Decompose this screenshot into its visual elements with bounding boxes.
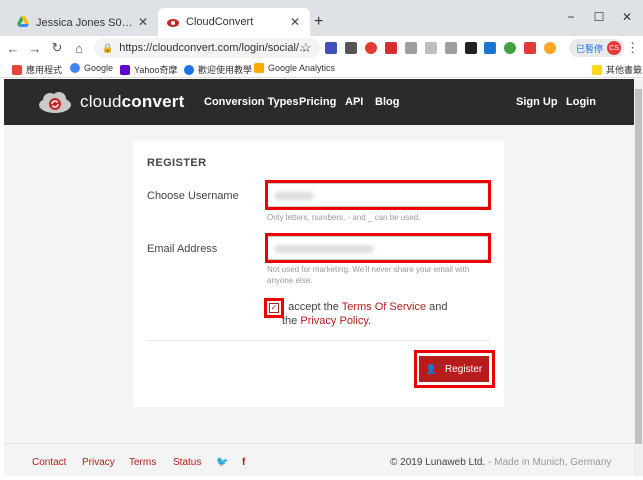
extension-icon[interactable]: [465, 42, 477, 54]
home-icon[interactable]: ⌂: [70, 41, 88, 56]
folder-icon: [592, 64, 602, 75]
google-icon: [70, 63, 80, 73]
new-tab-button[interactable]: +: [314, 14, 323, 30]
extension-icon[interactable]: [524, 42, 536, 54]
forward-arrow-icon[interactable]: →: [26, 41, 44, 56]
extension-icon[interactable]: [345, 42, 357, 54]
profile-button[interactable]: 已暫停 CS: [569, 39, 625, 57]
lock-icon: 🔒: [102, 42, 114, 53]
form-title: REGISTER: [147, 157, 207, 169]
bookmark-label: Google: [84, 63, 114, 73]
tab-cloudconvert[interactable]: CloudConvert ✕: [158, 8, 310, 36]
bookmark-star-icon[interactable]: ☆: [300, 40, 312, 56]
terms-of-service-link[interactable]: Terms Of Service: [342, 301, 426, 313]
address-bar[interactable]: 🔒 https://cloudconvert.com/login/social/…: [94, 38, 320, 58]
twitter-icon[interactable]: 🐦: [216, 457, 228, 468]
extension-icon[interactable]: [405, 42, 417, 54]
tab-google-drive[interactable]: Jessica Jones S02 - Google 雲端 ✕: [8, 8, 158, 36]
avatar: CS: [607, 41, 622, 55]
checkbox-highlight: [264, 298, 284, 318]
site-navbar: cloudconvert Conversion Types Pricing AP…: [4, 79, 634, 125]
nav-sign-up[interactable]: Sign Up: [516, 96, 558, 108]
extension-translate-icon[interactable]: [325, 42, 337, 54]
bookmark-label: Yahoo奇摩: [134, 65, 178, 75]
cloud-logo-icon: [39, 92, 71, 113]
tab-close-icon[interactable]: ✕: [136, 15, 150, 29]
bookmark-apps[interactable]: 應用程式: [12, 63, 62, 76]
facebook-icon[interactable]: f: [242, 457, 245, 468]
username-help: Only letters, numbers, - and _ can be us…: [267, 213, 421, 222]
google-drive-icon: [17, 16, 29, 27]
profile-label: 已暫停: [576, 43, 604, 54]
register-button-highlight: [414, 350, 495, 388]
site-footer: Contact Privacy Terms Status 🐦 f © 2019 …: [4, 443, 634, 476]
extension-cursor-icon[interactable]: [425, 42, 437, 54]
extension-pdf-icon[interactable]: [385, 42, 397, 54]
tab-title: Jessica Jones S02 - Google 雲端: [36, 17, 136, 29]
footer-contact-link[interactable]: Contact: [32, 457, 66, 468]
extension-check-icon[interactable]: [445, 42, 457, 54]
bookmark-label: 其他書籤: [606, 65, 643, 75]
register-card: REGISTER Choose Username Only letters, n…: [133, 141, 504, 407]
tab-close-icon[interactable]: ✕: [288, 15, 302, 29]
email-highlight: [265, 233, 491, 263]
nav-login[interactable]: Login: [566, 96, 596, 108]
extension-icon[interactable]: [544, 42, 556, 54]
extension-adblock-icon[interactable]: [365, 42, 377, 54]
bookmark-yahoo[interactable]: Yahoo奇摩: [120, 63, 177, 76]
footer-copyright: © 2019 Lunaweb Ltd. - Made in Munich, Ge…: [390, 457, 612, 468]
bookmark-analytics[interactable]: Google Analytics: [254, 63, 335, 73]
email-label: Email Address: [147, 243, 218, 255]
email-help: Not used for marketing. We'll never shar…: [267, 265, 470, 285]
username-label: Choose Username: [147, 190, 239, 202]
yahoo-icon: [120, 64, 130, 75]
privacy-policy-link[interactable]: Privacy Policy: [300, 315, 368, 327]
web-page: cloudconvert Conversion Types Pricing AP…: [4, 79, 634, 476]
bookmark-label: 應用程式: [26, 65, 63, 75]
url-text: https://cloudconvert.com/login/social/re…: [119, 42, 312, 54]
scrollbar-thumb[interactable]: [635, 89, 642, 444]
bookmark-label: Google Analytics: [268, 63, 336, 73]
browser-menu-icon[interactable]: ⋮: [626, 40, 639, 56]
footer-status-link[interactable]: Status: [173, 457, 201, 468]
back-arrow-icon[interactable]: ←: [4, 41, 22, 56]
site-logo[interactable]: cloudconvert: [38, 91, 184, 113]
tab-strip: Jessica Jones S02 - Google 雲端 ✕ CloudCon…: [0, 0, 643, 36]
extension-icon[interactable]: [504, 42, 516, 54]
earth-icon: [184, 64, 194, 75]
analytics-icon: [254, 63, 264, 73]
accept-terms-text: I accept the Terms Of Service and the Pr…: [282, 301, 448, 327]
cloudconvert-favicon-icon: [167, 19, 179, 27]
page-scrollbar[interactable]: [634, 79, 643, 476]
bookmark-google[interactable]: Google: [70, 63, 113, 73]
bookmarks-bar: 應用程式 Google Yahoo奇摩 歡迎使用教學 Google Analyt…: [0, 60, 643, 78]
footer-privacy-link[interactable]: Privacy: [82, 457, 115, 468]
reload-icon[interactable]: ↻: [48, 40, 66, 56]
nav-api[interactable]: API: [345, 96, 363, 108]
nav-pricing[interactable]: Pricing: [299, 96, 336, 108]
tab-title: CloudConvert: [186, 16, 254, 28]
bookmark-tutorial[interactable]: 歡迎使用教學: [184, 63, 252, 76]
form-divider: [147, 340, 490, 341]
footer-terms-link[interactable]: Terms: [129, 457, 156, 468]
bookmark-label: 歡迎使用教學: [198, 65, 253, 75]
nav-blog[interactable]: Blog: [375, 96, 399, 108]
logo-text: cloudconvert: [80, 92, 185, 111]
apps-grid-icon: [12, 64, 22, 75]
bookmark-other[interactable]: 其他書籤: [592, 63, 642, 76]
extension-new-icon[interactable]: [484, 42, 496, 54]
nav-conversion-types[interactable]: Conversion Types: [204, 96, 299, 108]
username-highlight: [265, 180, 491, 210]
maximize-button[interactable]: ☐: [584, 10, 614, 24]
minimize-button[interactable]: −: [556, 10, 586, 24]
close-window-button[interactable]: ✕: [612, 10, 642, 24]
